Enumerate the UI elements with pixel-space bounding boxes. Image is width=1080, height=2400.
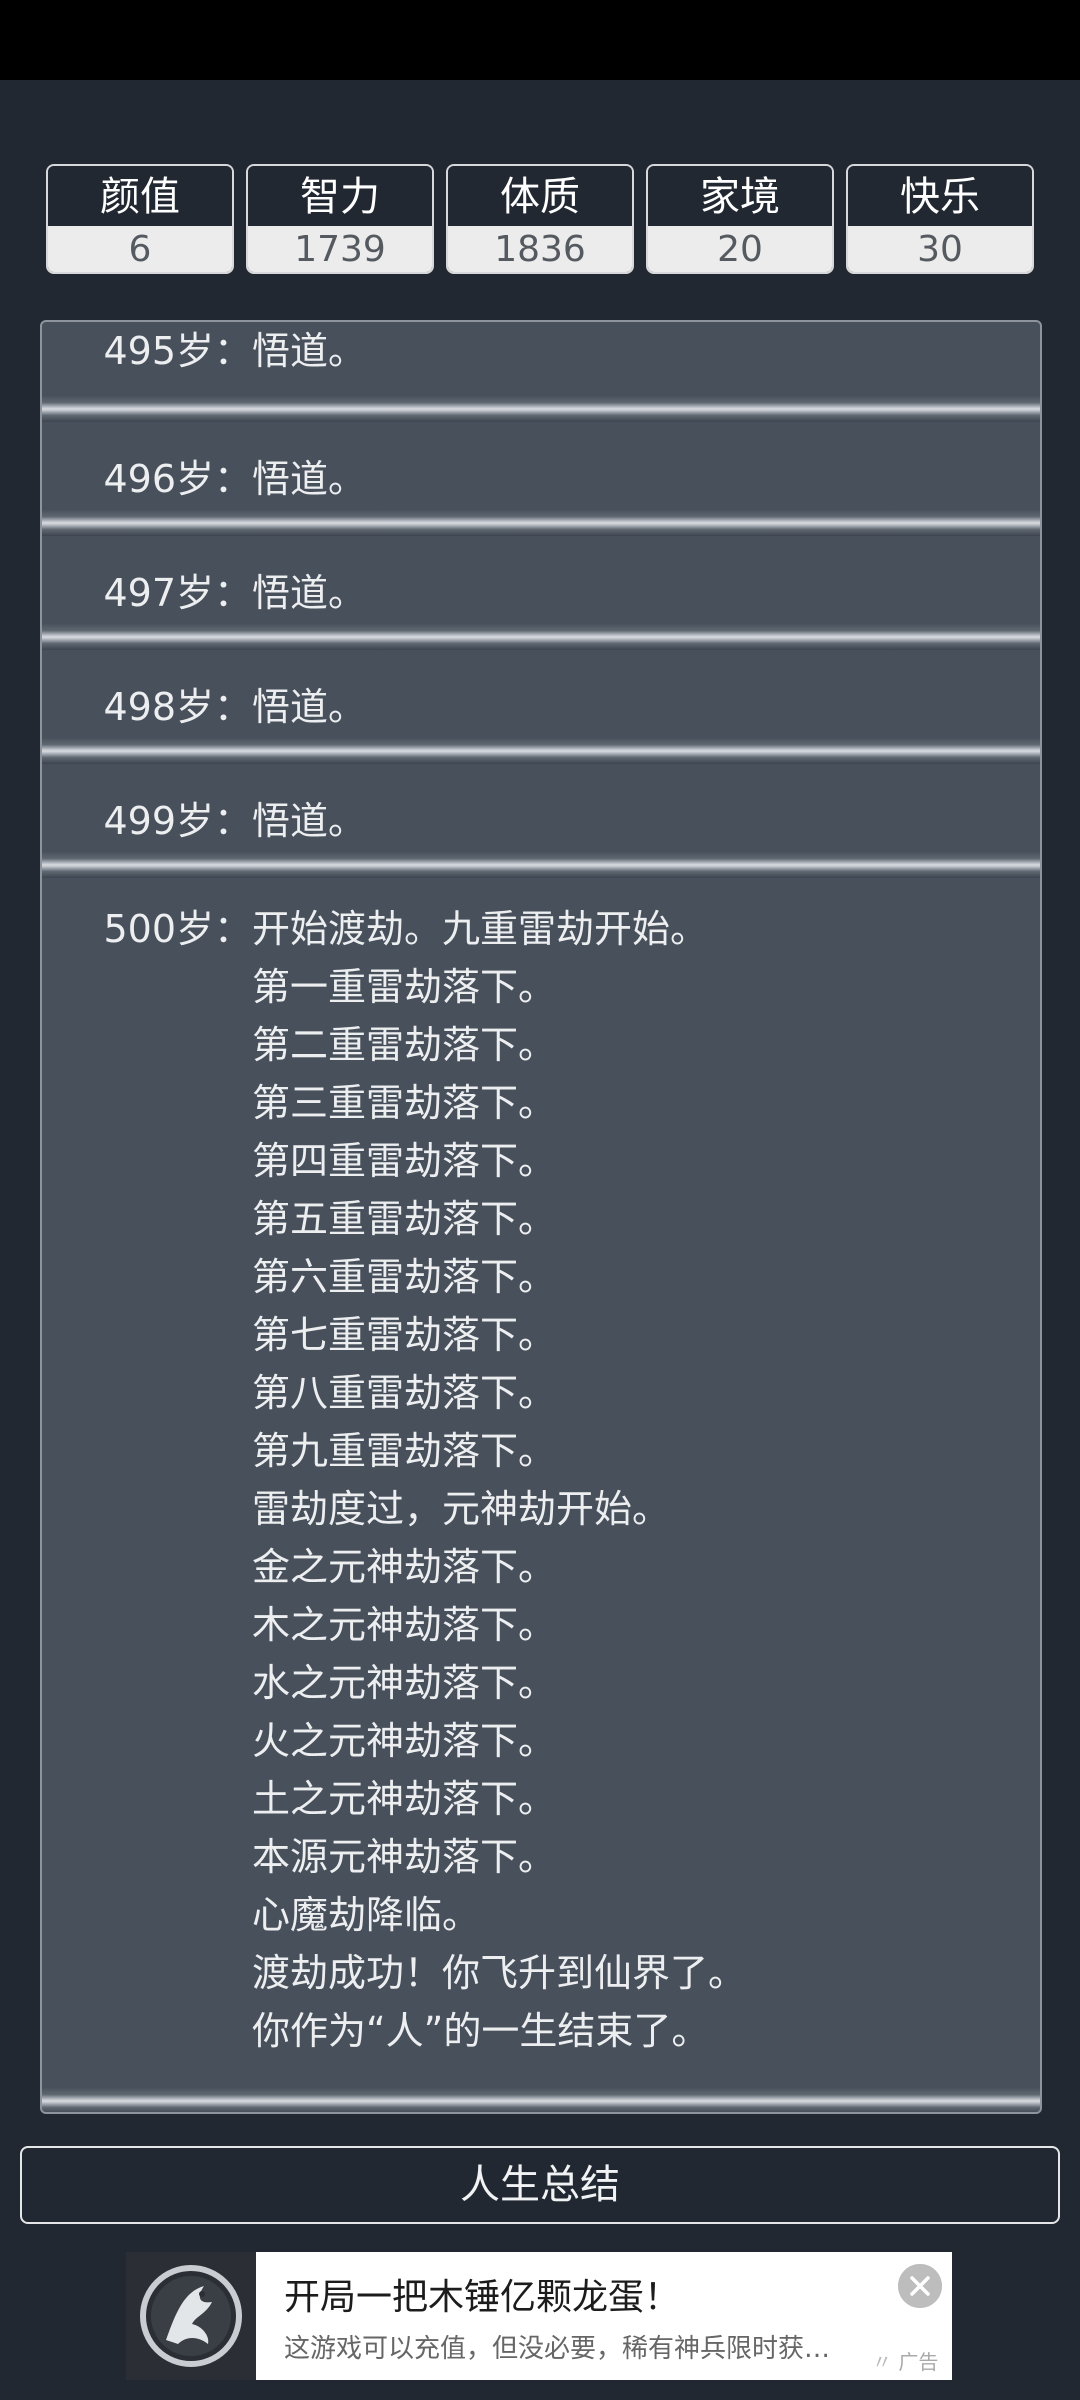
log-line: 第六重雷劫落下。 <box>252 1255 557 1299</box>
stat-value: 30 <box>848 226 1032 272</box>
ad-tag: 〃 广告 <box>872 2346 938 2375</box>
stat-label: 智力 <box>248 166 432 226</box>
log-entry: 500岁： 开始渡劫。九重雷劫开始。 第一重雷劫落下。 第二重雷劫落下。 第三重… <box>42 878 1040 2112</box>
stat-label: 体质 <box>448 166 632 226</box>
stat-family: 家境 20 <box>646 164 834 274</box>
dragon-logo-icon <box>126 2252 256 2380</box>
life-log[interactable]: 495岁： 悟道。 496岁： 悟道。 497岁： 悟道。 498岁： 悟道。 … <box>40 320 1042 2114</box>
life-summary-button[interactable]: 人生总结 <box>20 2146 1060 2224</box>
log-line: 心魔劫降临。 <box>252 1893 481 1937</box>
log-age: 495岁： <box>103 329 252 373</box>
stat-value: 1739 <box>248 226 432 272</box>
stat-label: 快乐 <box>848 166 1032 226</box>
log-line: 第二重雷劫落下。 <box>252 1023 557 1067</box>
log-line: 火之元神劫落下。 <box>252 1719 557 1763</box>
log-line: 悟道。 <box>252 571 367 615</box>
log-age: 497岁： <box>103 571 252 615</box>
log-entry: 495岁： 悟道。 <box>42 322 1040 422</box>
log-divider <box>42 852 1040 878</box>
log-line: 渡劫成功！你飞升到仙界了。 <box>252 1951 747 1995</box>
log-divider <box>42 510 1040 536</box>
stat-label: 颜值 <box>48 166 232 226</box>
log-entry: 499岁： 悟道。 <box>42 764 1040 878</box>
stat-happiness: 快乐 30 <box>846 164 1034 274</box>
log-line: 悟道。 <box>252 799 367 843</box>
log-line: 悟道。 <box>252 457 367 501</box>
ad-description[interactable]: 这游戏可以充值，但没必要，稀有神兵限时获… <box>284 2328 830 2365</box>
ad-banner[interactable]: 开局一把木锤亿颗龙蛋！ 这游戏可以充值，但没必要，稀有神兵限时获… 〃 广告 <box>126 2252 952 2380</box>
log-age: 499岁： <box>103 799 252 843</box>
log-age: 500岁： <box>103 907 252 951</box>
log-line: 第九重雷劫落下。 <box>252 1429 557 1473</box>
status-bar <box>0 0 1080 80</box>
stat-constitution: 体质 1836 <box>446 164 634 274</box>
log-line: 悟道。 <box>252 685 367 729</box>
log-line: 悟道。 <box>252 329 367 373</box>
stat-value: 1836 <box>448 226 632 272</box>
log-line: 水之元神劫落下。 <box>252 1661 557 1705</box>
log-line: 第七重雷劫落下。 <box>252 1313 557 1357</box>
log-divider <box>42 2088 1040 2112</box>
log-line: 你作为“人”的一生结束了。 <box>252 2009 710 2053</box>
log-entry: 498岁： 悟道。 <box>42 650 1040 764</box>
log-divider <box>42 624 1040 650</box>
log-line: 金之元神劫落下。 <box>252 1545 557 1589</box>
log-line: 第三重雷劫落下。 <box>252 1081 557 1125</box>
log-age: 498岁： <box>103 685 252 729</box>
log-entry: 496岁： 悟道。 <box>42 422 1040 536</box>
log-line: 开始渡劫。九重雷劫开始。 <box>252 907 709 951</box>
log-age: 496岁： <box>103 457 252 501</box>
stat-value: 6 <box>48 226 232 272</box>
stat-appearance: 颜值 6 <box>46 164 234 274</box>
close-icon[interactable] <box>898 2264 942 2308</box>
log-line: 第八重雷劫落下。 <box>252 1371 557 1415</box>
log-divider <box>42 738 1040 764</box>
log-divider <box>42 396 1040 422</box>
stats-panel: 颜值 6 智力 1739 体质 1836 家境 20 快乐 30 <box>46 164 1034 276</box>
log-line: 木之元神劫落下。 <box>252 1603 557 1647</box>
log-line: 雷劫度过，元神劫开始。 <box>252 1487 671 1531</box>
log-line: 第一重雷劫落下。 <box>252 965 557 1009</box>
log-line: 本源元神劫落下。 <box>252 1835 557 1879</box>
log-entry: 497岁： 悟道。 <box>42 536 1040 650</box>
log-line: 第四重雷劫落下。 <box>252 1139 557 1183</box>
ad-mark-icon: 〃 <box>872 2350 892 2374</box>
stat-intelligence: 智力 1739 <box>246 164 434 274</box>
stat-value: 20 <box>648 226 832 272</box>
stat-label: 家境 <box>648 166 832 226</box>
ad-title[interactable]: 开局一把木锤亿颗龙蛋！ <box>284 2268 680 2320</box>
log-line: 土之元神劫落下。 <box>252 1777 557 1821</box>
log-line: 第五重雷劫落下。 <box>252 1197 557 1241</box>
ad-tag-label: 广告 <box>898 2350 939 2374</box>
